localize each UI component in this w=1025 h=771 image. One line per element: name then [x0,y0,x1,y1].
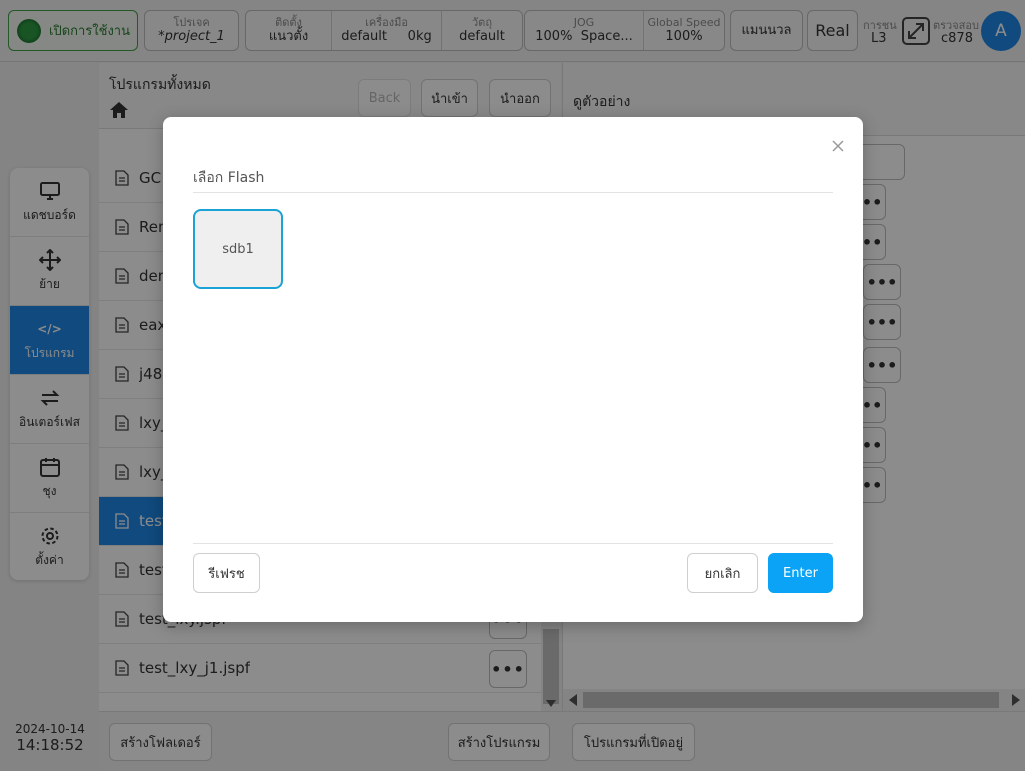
enter-button[interactable]: Enter [768,553,833,593]
refresh-button[interactable]: รีเฟรช [193,553,260,593]
select-flash-dialog: เลือก Flash sdb1 รีเฟรช ยกเลิก Enter [163,117,863,622]
dialog-divider [193,192,833,193]
cancel-button[interactable]: ยกเลิก [687,553,758,593]
dialog-footer: รีเฟรช ยกเลิก Enter [193,543,833,593]
dialog-title: เลือก Flash [193,170,265,186]
flash-drive-item[interactable]: sdb1 [193,209,283,289]
close-icon[interactable] [831,139,845,153]
